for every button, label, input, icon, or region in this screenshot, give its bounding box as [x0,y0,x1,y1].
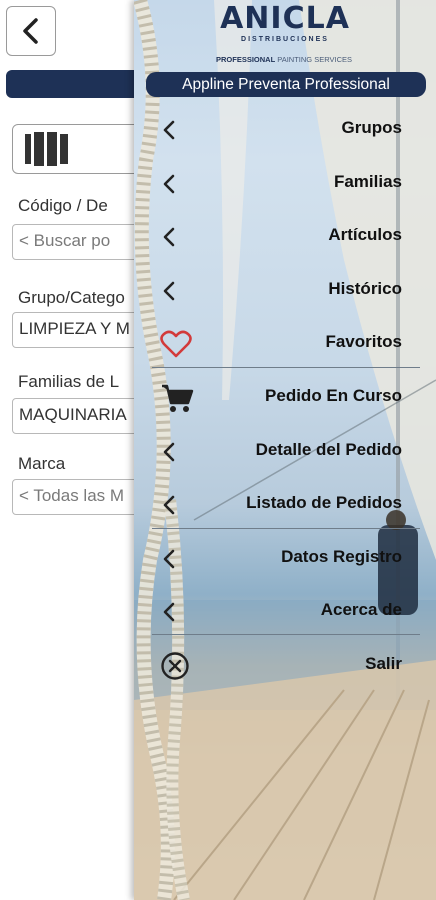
code-field-label: Código / De [18,196,108,215]
brand-logo-subtitle: DISTRIBUCIONES [241,36,329,43]
cart-icon [160,384,194,412]
chevron-left-icon [160,277,194,305]
menu-item-label: Acerca de [320,600,402,619]
menu-item-label: Familias [333,172,402,191]
chevron-left-icon [160,491,194,519]
menu-item-label: Favoritos [325,332,402,351]
menu-item-label: Histórico [328,279,402,298]
brand-logo: ANICLA [220,1,350,36]
app-name-banner: Appline Preventa Professional [146,72,426,97]
menu-item-label: Grupos [341,118,402,137]
chevron-left-icon [160,545,194,573]
chevron-left-icon [160,116,194,144]
menu-item-label: Datos Registro [281,547,402,566]
back-button[interactable] [6,6,56,56]
drawer-header: ANICLA DISTRIBUCIONES PROFESSIONAL PAINT… [134,0,436,72]
chevron-left-icon [160,598,194,626]
menu-item-salir[interactable]: Salir [134,640,436,690]
chevron-left-icon [160,438,194,466]
brand-tagline-rest: PAINTING SERVICES [275,55,352,64]
menu-item-listado-de-pedidos[interactable]: Listado de Pedidos [134,479,436,529]
menu-item-grupos[interactable]: Grupos [134,104,436,154]
menu-item-favoritos[interactable]: Favoritos [134,318,436,368]
brand-field-label: Marca [18,454,66,473]
menu-item-articulos[interactable]: Artículos [134,211,436,261]
menu-item-label: Salir [365,654,402,673]
menu-item-familias[interactable]: Familias [134,158,436,208]
chevron-left-icon [23,18,38,44]
chevron-left-icon [160,223,194,251]
close-circle-icon [160,652,194,680]
family-field-label: Familias de L [18,372,120,391]
menu-item-label: Pedido En Curso [265,386,402,405]
group-field-label: Grupo/Catego [18,288,125,307]
menu-item-label: Artículos [328,225,402,244]
brand-tagline: PROFESSIONAL PAINTING SERVICES [194,55,374,64]
heart-icon [160,330,194,358]
menu-item-pedido-en-curso[interactable]: Pedido En Curso [134,372,436,422]
menu-item-detalle-del-pedido[interactable]: Detalle del Pedido [134,426,436,476]
chevron-left-icon [160,170,194,198]
menu-item-label: Detalle del Pedido [255,440,402,459]
menu-item-datos-registro[interactable]: Datos Registro [134,533,436,583]
menu-divider [152,367,420,368]
menu-item-historico[interactable]: Histórico [134,265,436,315]
menu-item-acerca-de[interactable]: Acerca de [134,586,436,636]
navigation-drawer: ANICLA DISTRIBUCIONES PROFESSIONAL PAINT… [134,0,436,900]
brand-tagline-bold: PROFESSIONAL [215,55,276,64]
menu-divider [152,634,420,635]
menu-item-label: Listado de Pedidos [246,493,402,512]
barcode-icon [25,132,68,166]
menu-divider [152,528,420,529]
